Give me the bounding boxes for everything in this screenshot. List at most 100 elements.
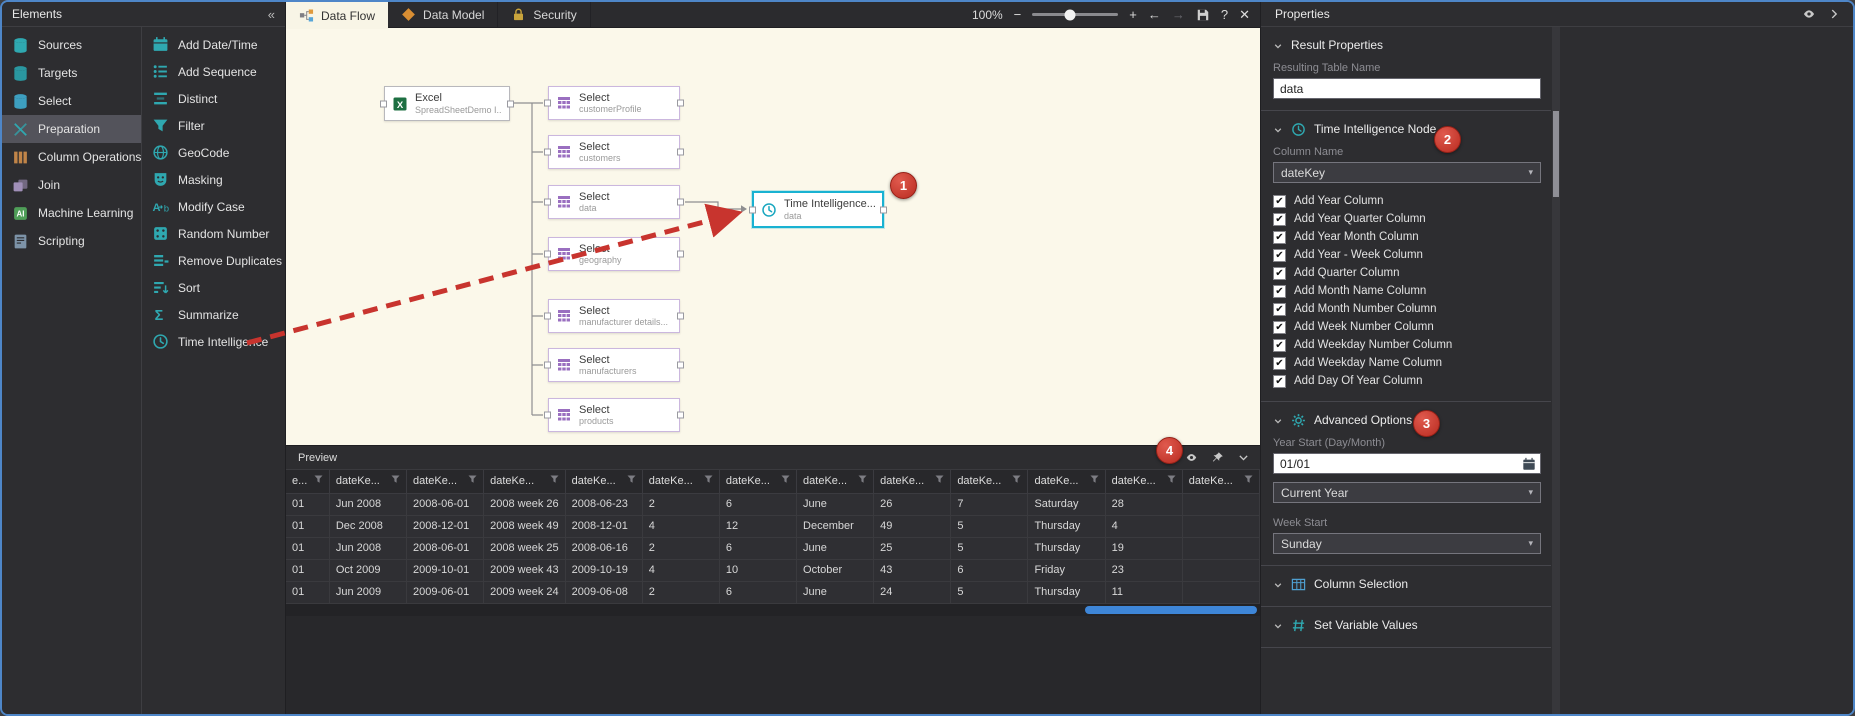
forward-button[interactable]: → [1172,8,1185,21]
checkbox-add-day-of-year-column[interactable]: ✔Add Day Of Year Column [1273,372,1541,390]
output-port[interactable] [677,412,684,419]
canvas-node-select-products[interactable]: Selectproducts [548,398,680,432]
tool-item-distinct[interactable]: Distinct [142,85,286,112]
filter-icon[interactable] [1012,475,1021,487]
column-header[interactable]: dateKe... [874,470,951,493]
tab-data-model[interactable]: Data Model [388,2,498,27]
output-port[interactable] [507,100,514,107]
tool-item-remove-duplicates[interactable]: Remove Duplicates [142,247,286,274]
column-header[interactable]: dateKe... [406,470,483,493]
sidebar-item-join[interactable]: Join [2,171,141,199]
sidebar-item-preparation[interactable]: Preparation [2,115,141,143]
filter-icon[interactable] [391,475,400,487]
output-port[interactable] [677,149,684,156]
pin-icon[interactable] [1211,451,1224,464]
resulting-table-name-input[interactable] [1274,79,1540,98]
checkbox-add-year-column[interactable]: ✔Add Year Column [1273,192,1541,210]
table-row[interactable]: 01Jun 20082008-06-012008 week 252008-06-… [286,537,1260,559]
canvas-node-select-customers[interactable]: Selectcustomers [548,135,680,169]
zoom-slider-knob[interactable] [1065,9,1076,20]
canvas-node-select-customerprofile[interactable]: SelectcustomerProfile [548,86,680,120]
column-header[interactable]: dateKe... [719,470,796,493]
dataflow-canvas[interactable]: X ExcelSpreadSheetDemo I... Selectcustom… [286,28,1260,445]
save-icon[interactable] [1196,8,1210,22]
column-header[interactable]: dateKe... [329,470,406,493]
input-port[interactable] [749,206,756,213]
column-header[interactable]: dateKe... [797,470,874,493]
checkbox-add-weekday-name-column[interactable]: ✔Add Weekday Name Column [1273,354,1541,372]
filter-icon[interactable] [550,475,559,487]
input-port[interactable] [544,251,551,258]
column-header[interactable]: dateKe... [484,470,566,493]
help-button[interactable]: ? [1221,8,1228,21]
checkbox-add-month-name-column[interactable]: ✔Add Month Name Column [1273,282,1541,300]
year-start-input[interactable] [1274,454,1540,473]
table-row[interactable]: 01Jun 20082008-06-012008 week 262008-06-… [286,493,1260,515]
filter-icon[interactable] [314,475,323,487]
section-header-time-intelligence[interactable]: Time Intelligence Node [1273,118,1541,140]
checkbox-add-weekday-number-column[interactable]: ✔Add Weekday Number Column [1273,336,1541,354]
filter-icon[interactable] [781,475,790,487]
chevron-right-icon[interactable] [1827,7,1841,21]
column-header[interactable]: e... [286,470,329,493]
vertical-scrollbar[interactable] [1552,27,1560,714]
scrollbar-thumb[interactable] [1553,111,1559,197]
tab-security[interactable]: Security [498,2,590,27]
input-port[interactable] [544,100,551,107]
canvas-node-time-intelligence[interactable]: Time Intelligence...data [752,191,884,228]
zoom-slider[interactable] [1032,13,1118,16]
section-header-advanced-options[interactable]: Advanced Options [1273,409,1541,431]
input-port[interactable] [544,412,551,419]
filter-icon[interactable] [1167,475,1176,487]
filter-icon[interactable] [627,475,636,487]
filter-icon[interactable] [704,475,713,487]
sidebar-item-machine-learning[interactable]: AI Machine Learning [2,199,141,227]
chevron-down-icon[interactable] [1237,451,1250,464]
input-port[interactable] [544,313,551,320]
column-header[interactable]: dateKe... [565,470,642,493]
canvas-node-select-manufacturers[interactable]: Selectmanufacturers [548,348,680,382]
output-port[interactable] [677,313,684,320]
canvas-node-select-geography[interactable]: Selectgeography [548,237,680,271]
tool-item-geocode[interactable]: GeoCode [142,139,286,166]
tool-item-add-sequence[interactable]: Add Sequence [142,58,286,85]
canvas-node-excel[interactable]: X ExcelSpreadSheetDemo I... [384,86,510,121]
scrollbar-thumb[interactable] [1085,606,1257,614]
tool-item-time-intelligence[interactable]: Time Intelligence [142,328,286,355]
collapse-panel-icon[interactable]: « [268,7,275,22]
filter-icon[interactable] [468,475,477,487]
filter-icon[interactable] [935,475,944,487]
input-port[interactable] [380,100,387,107]
close-button[interactable]: ✕ [1239,8,1250,21]
checkbox-add-year-month-column[interactable]: ✔Add Year Month Column [1273,228,1541,246]
column-header[interactable]: dateKe... [1182,470,1259,493]
checkbox-add-month-number-column[interactable]: ✔Add Month Number Column [1273,300,1541,318]
tool-item-masking[interactable]: Masking [142,166,286,193]
sidebar-item-column-operations[interactable]: Column Operations [2,143,141,171]
tool-item-add-date-time[interactable]: Add Date/Time [142,31,286,58]
filter-icon[interactable] [858,475,867,487]
output-port[interactable] [880,206,887,213]
zoom-out-button[interactable]: − [1014,8,1022,21]
tool-item-sort[interactable]: Sort [142,274,286,301]
year-mode-dropdown[interactable]: Current Year ▾ [1273,482,1541,503]
canvas-node-select-data[interactable]: Selectdata [548,185,680,219]
input-port[interactable] [544,149,551,156]
back-button[interactable]: ← [1148,8,1161,21]
calendar-icon[interactable] [1522,457,1536,471]
section-header-result-properties[interactable]: Result Properties [1273,34,1541,56]
sidebar-item-select[interactable]: Select [2,87,141,115]
output-port[interactable] [677,199,684,206]
column-name-dropdown[interactable]: dateKey ▾ [1273,162,1541,183]
tool-item-random-number[interactable]: Random Number [142,220,286,247]
eye-icon[interactable] [1802,7,1816,21]
output-port[interactable] [677,362,684,369]
table-row[interactable]: 01Dec 20082008-12-012008 week 492008-12-… [286,515,1260,537]
sidebar-item-targets[interactable]: Targets [2,59,141,87]
output-port[interactable] [677,251,684,258]
checkbox-add-quarter-column[interactable]: ✔Add Quarter Column [1273,264,1541,282]
tool-item-filter[interactable]: Filter [142,112,286,139]
tab-data-flow[interactable]: Data Flow [286,2,388,29]
input-port[interactable] [544,199,551,206]
tool-item-summarize[interactable]: Σ Summarize [142,301,286,328]
